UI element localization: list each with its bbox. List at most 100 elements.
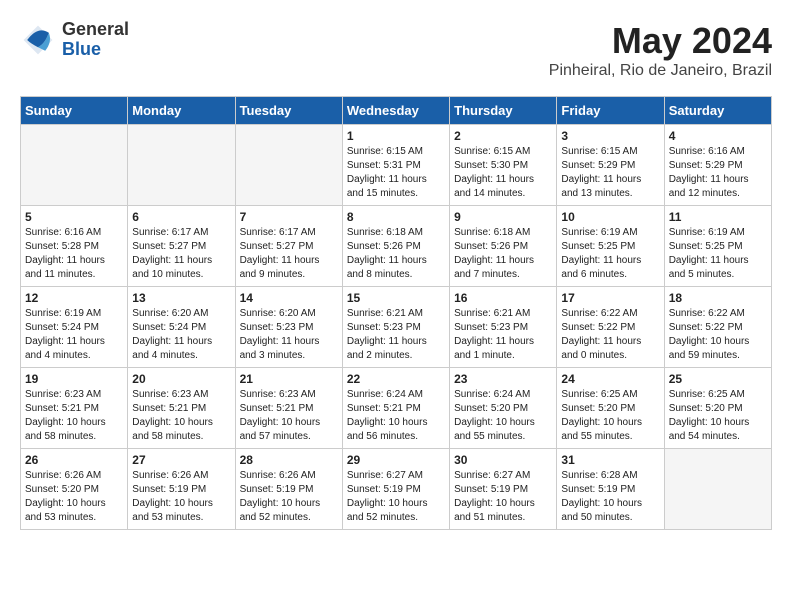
calendar-cell: 21 Sunrise: 6:23 AM Sunset: 5:21 PM Dayli… — [235, 368, 342, 449]
calendar-cell: 26 Sunrise: 6:26 AM Sunset: 5:20 PM Dayli… — [21, 449, 128, 530]
calendar-week-row: 5Sunrise: 6:16 AM Sunset: 5:28 PM Daylig… — [21, 206, 772, 287]
cell-info: Sunrise: 6:18 AM Sunset: 5:26 PM Dayligh… — [454, 226, 552, 282]
cell-info: Sunrise: 6:20 AM Sunset: 5:23 PM Dayligh… — [240, 307, 338, 363]
cell-info: Sunrise: 6:22 AM Sunset: 5:22 PM Dayligh… — [561, 307, 659, 363]
calendar-cell — [128, 125, 235, 206]
calendar-cell: 2 Sunrise: 6:15 AM Sunset: 5:30 PM Daylig… — [450, 125, 557, 206]
day-number: 11 — [669, 210, 767, 224]
calendar-cell: 1 Sunrise: 6:15 AM Sunset: 5:31 PM Daylig… — [342, 125, 449, 206]
weekday-header: Wednesday — [342, 97, 449, 125]
cell-info: Sunrise: 6:15 AM Sunset: 5:29 PM Dayligh… — [561, 145, 659, 201]
day-number: 23 — [454, 372, 552, 386]
cell-info: Sunrise: 6:26 AM Sunset: 5:20 PM Dayligh… — [25, 469, 123, 525]
day-number: 22 — [347, 372, 445, 386]
day-number: 17 — [561, 291, 659, 305]
cell-info: Sunrise: 6:24 AM Sunset: 5:20 PM Dayligh… — [454, 388, 552, 444]
day-number: 26 — [25, 453, 123, 467]
day-number: 1 — [347, 129, 445, 143]
cell-info: Sunrise: 6:20 AM Sunset: 5:24 PM Dayligh… — [132, 307, 230, 363]
cell-info: Sunrise: 6:19 AM Sunset: 5:24 PM Dayligh… — [25, 307, 123, 363]
day-number: 6 — [132, 210, 230, 224]
day-number: 25 — [669, 372, 767, 386]
calendar-cell: 18 Sunrise: 6:22 AM Sunset: 5:22 PM Dayli… — [664, 287, 771, 368]
day-number: 18 — [669, 291, 767, 305]
weekday-header: Sunday — [21, 97, 128, 125]
day-number: 12 — [25, 291, 123, 305]
logo: General Blue — [20, 20, 129, 60]
weekday-header: Saturday — [664, 97, 771, 125]
cell-info: Sunrise: 6:15 AM Sunset: 5:31 PM Dayligh… — [347, 145, 445, 201]
day-number: 2 — [454, 129, 552, 143]
cell-info: Sunrise: 6:19 AM Sunset: 5:25 PM Dayligh… — [669, 226, 767, 282]
calendar-week-row: 26 Sunrise: 6:26 AM Sunset: 5:20 PM Dayli… — [21, 449, 772, 530]
cell-info: Sunrise: 6:15 AM Sunset: 5:30 PM Dayligh… — [454, 145, 552, 201]
calendar-cell: 20 Sunrise: 6:23 AM Sunset: 5:21 PM Dayli… — [128, 368, 235, 449]
calendar-cell — [21, 125, 128, 206]
calendar-cell: 28 Sunrise: 6:26 AM Sunset: 5:19 PM Dayli… — [235, 449, 342, 530]
cell-info: Sunrise: 6:19 AM Sunset: 5:25 PM Dayligh… — [561, 226, 659, 282]
cell-info: Sunrise: 6:17 AM Sunset: 5:27 PM Dayligh… — [240, 226, 338, 282]
day-number: 4 — [669, 129, 767, 143]
month-title: May 2024 — [549, 20, 772, 62]
cell-info: Sunrise: 6:16 AM Sunset: 5:29 PM Dayligh… — [669, 145, 767, 201]
cell-info: Sunrise: 6:16 AM Sunset: 5:28 PM Dayligh… — [25, 226, 123, 282]
page-header: General Blue May 2024 Pinheiral, Rio de … — [20, 20, 772, 80]
cell-info: Sunrise: 6:25 AM Sunset: 5:20 PM Dayligh… — [561, 388, 659, 444]
calendar-cell: 9Sunrise: 6:18 AM Sunset: 5:26 PM Daylig… — [450, 206, 557, 287]
calendar-cell: 6 Sunrise: 6:17 AM Sunset: 5:27 PM Daylig… — [128, 206, 235, 287]
weekday-header: Tuesday — [235, 97, 342, 125]
weekday-header: Friday — [557, 97, 664, 125]
cell-info: Sunrise: 6:23 AM Sunset: 5:21 PM Dayligh… — [132, 388, 230, 444]
weekday-header-row: SundayMondayTuesdayWednesdayThursdayFrid… — [21, 97, 772, 125]
calendar-cell: 17 Sunrise: 6:22 AM Sunset: 5:22 PM Dayli… — [557, 287, 664, 368]
day-number: 7 — [240, 210, 338, 224]
logo-line2: Blue — [62, 40, 129, 60]
cell-info: Sunrise: 6:22 AM Sunset: 5:22 PM Dayligh… — [669, 307, 767, 363]
day-number: 15 — [347, 291, 445, 305]
cell-info: Sunrise: 6:28 AM Sunset: 5:19 PM Dayligh… — [561, 469, 659, 525]
day-number: 28 — [240, 453, 338, 467]
calendar-table: SundayMondayTuesdayWednesdayThursdayFrid… — [20, 96, 772, 530]
calendar-cell: 31 Sunrise: 6:28 AM Sunset: 5:19 PM Dayli… — [557, 449, 664, 530]
calendar-cell: 13 Sunrise: 6:20 AM Sunset: 5:24 PM Dayli… — [128, 287, 235, 368]
calendar-cell: 8Sunrise: 6:18 AM Sunset: 5:26 PM Daylig… — [342, 206, 449, 287]
cell-info: Sunrise: 6:26 AM Sunset: 5:19 PM Dayligh… — [132, 469, 230, 525]
cell-info: Sunrise: 6:27 AM Sunset: 5:19 PM Dayligh… — [454, 469, 552, 525]
calendar-cell: 19 Sunrise: 6:23 AM Sunset: 5:21 PM Dayli… — [21, 368, 128, 449]
day-number: 20 — [132, 372, 230, 386]
day-number: 13 — [132, 291, 230, 305]
day-number: 19 — [25, 372, 123, 386]
calendar-cell: 12 Sunrise: 6:19 AM Sunset: 5:24 PM Dayli… — [21, 287, 128, 368]
day-number: 14 — [240, 291, 338, 305]
calendar-cell — [235, 125, 342, 206]
day-number: 21 — [240, 372, 338, 386]
calendar-cell: 7 Sunrise: 6:17 AM Sunset: 5:27 PM Daylig… — [235, 206, 342, 287]
day-number: 10 — [561, 210, 659, 224]
weekday-header: Monday — [128, 97, 235, 125]
calendar-cell: 27 Sunrise: 6:26 AM Sunset: 5:19 PM Dayli… — [128, 449, 235, 530]
day-number: 29 — [347, 453, 445, 467]
calendar-cell: 14 Sunrise: 6:20 AM Sunset: 5:23 PM Dayli… — [235, 287, 342, 368]
cell-info: Sunrise: 6:18 AM Sunset: 5:26 PM Dayligh… — [347, 226, 445, 282]
cell-info: Sunrise: 6:21 AM Sunset: 5:23 PM Dayligh… — [347, 307, 445, 363]
location: Pinheiral, Rio de Janeiro, Brazil — [549, 62, 772, 80]
cell-info: Sunrise: 6:26 AM Sunset: 5:19 PM Dayligh… — [240, 469, 338, 525]
calendar-cell: 5Sunrise: 6:16 AM Sunset: 5:28 PM Daylig… — [21, 206, 128, 287]
cell-info: Sunrise: 6:25 AM Sunset: 5:20 PM Dayligh… — [669, 388, 767, 444]
cell-info: Sunrise: 6:23 AM Sunset: 5:21 PM Dayligh… — [25, 388, 123, 444]
logo-icon — [20, 22, 56, 58]
calendar-cell: 25 Sunrise: 6:25 AM Sunset: 5:20 PM Dayli… — [664, 368, 771, 449]
calendar-cell: 23 Sunrise: 6:24 AM Sunset: 5:20 PM Dayli… — [450, 368, 557, 449]
cell-info: Sunrise: 6:17 AM Sunset: 5:27 PM Dayligh… — [132, 226, 230, 282]
calendar-cell: 4 Sunrise: 6:16 AM Sunset: 5:29 PM Daylig… — [664, 125, 771, 206]
day-number: 24 — [561, 372, 659, 386]
day-number: 27 — [132, 453, 230, 467]
calendar-cell: 3 Sunrise: 6:15 AM Sunset: 5:29 PM Daylig… — [557, 125, 664, 206]
cell-info: Sunrise: 6:23 AM Sunset: 5:21 PM Dayligh… — [240, 388, 338, 444]
day-number: 3 — [561, 129, 659, 143]
cell-info: Sunrise: 6:27 AM Sunset: 5:19 PM Dayligh… — [347, 469, 445, 525]
day-number: 30 — [454, 453, 552, 467]
calendar-cell: 24 Sunrise: 6:25 AM Sunset: 5:20 PM Dayli… — [557, 368, 664, 449]
day-number: 31 — [561, 453, 659, 467]
calendar-cell: 11 Sunrise: 6:19 AM Sunset: 5:25 PM Dayli… — [664, 206, 771, 287]
